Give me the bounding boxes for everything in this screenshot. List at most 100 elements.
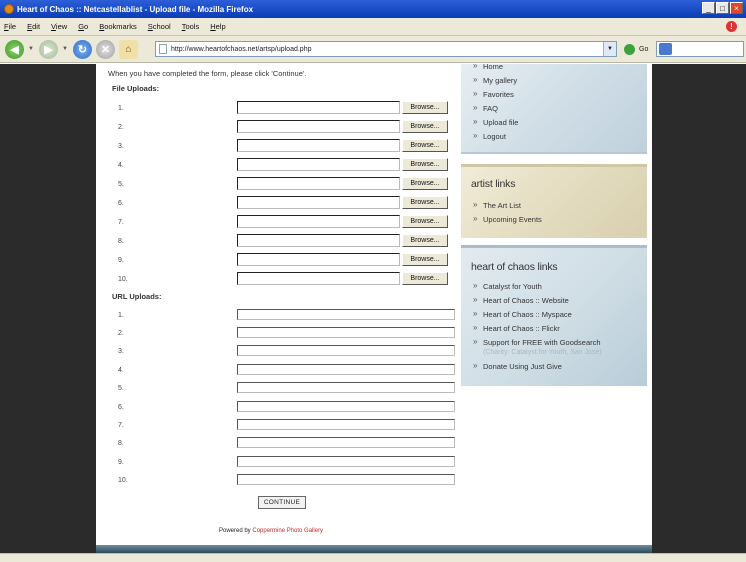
browse-button[interactable]: Browse... [402,196,448,209]
url-input[interactable] [237,345,455,356]
file-input[interactable] [237,158,400,171]
file-input[interactable] [237,234,400,247]
back-button[interactable]: ◀ [5,39,24,59]
url-row-number: 2. [118,330,124,337]
browse-button[interactable]: Browse... [402,158,448,171]
page-footer-band [96,545,652,553]
menu-help[interactable]: Help [210,22,225,31]
file-input[interactable] [237,272,400,285]
close-button[interactable]: × [730,2,743,14]
hoc-link-donate[interactable]: Donate Using Just Give [473,361,562,376]
artist-link-art-list[interactable]: The Art List [473,200,542,215]
url-row-number: 9. [118,459,124,466]
file-row-number: 10. [118,276,128,283]
hoc-links-panel: heart of chaos links Catalyst for Youth … [461,245,647,386]
url-row-number: 3. [118,348,124,355]
reload-button[interactable]: ↻ [73,39,92,59]
file-input[interactable] [237,139,400,152]
hoc-link-flickr[interactable]: Heart of Chaos :: Flickr [473,323,601,338]
url-row-number: 4. [118,367,124,374]
sidebar-link-favorites[interactable]: Favorites [473,89,518,104]
url-input[interactable] [237,437,455,448]
url-input[interactable] [237,327,455,338]
go-button[interactable]: Go [639,46,648,53]
url-input[interactable] [237,474,455,485]
window-controls: _ □ × [702,2,743,14]
hoc-link-catalyst[interactable]: Catalyst for Youth [473,281,601,296]
url-input[interactable] [237,419,455,430]
file-row-number: 2. [118,124,124,131]
page-icon [159,44,167,54]
address-url[interactable]: http://www.heartofchaos.net/artsp/upload… [171,46,311,53]
file-input[interactable] [237,120,400,133]
artist-links-title: artist links [471,178,516,190]
maximize-button[interactable]: □ [716,2,729,14]
hoc-link-website[interactable]: Heart of Chaos :: Website [473,295,601,310]
sidebar-link-logout[interactable]: Logout [473,131,518,146]
stop-button[interactable]: ✕ [96,39,115,59]
menu-bookmarks[interactable]: Bookmarks [99,22,137,31]
home-button[interactable]: ⌂ [119,39,138,59]
file-input[interactable] [237,101,400,114]
browse-button[interactable]: Browse... [402,215,448,228]
browse-button[interactable]: Browse... [402,272,448,285]
back-dropdown-icon[interactable]: ▼ [28,46,35,52]
url-input[interactable] [237,456,455,467]
url-row-number: 1. [118,312,124,319]
url-row-number: 6. [118,404,124,411]
forward-button[interactable]: ▶ [39,39,58,59]
menu-bar: File Edit View Go Bookmarks School Tools… [0,18,746,36]
sidebar-link-home[interactable]: Home [473,64,518,76]
file-input[interactable] [237,177,400,190]
browse-button[interactable]: Browse... [402,101,448,114]
browse-button[interactable]: Browse... [402,139,448,152]
browser-viewport[interactable]: When you have completed the form, please… [0,64,746,553]
minimize-button[interactable]: _ [702,2,715,14]
firefox-icon [4,4,14,14]
address-dropdown-icon[interactable]: ▼ [603,42,616,56]
powered-by: Powered by Coppermine Photo Gallery [219,528,323,534]
artist-link-upcoming-events[interactable]: Upcoming Events [473,214,542,229]
sidebar-link-upload-file[interactable]: Upload file [473,117,518,132]
file-row-number: 5. [118,181,124,188]
hoc-links-title: heart of chaos links [471,261,558,273]
menu-school[interactable]: School [148,22,171,31]
url-row-number: 5. [118,385,124,392]
continue-button[interactable]: CONTINUE [258,496,306,509]
window-title: Heart of Chaos :: Netcastellablist - Upl… [17,4,254,14]
menu-edit[interactable]: Edit [27,22,40,31]
browse-button[interactable]: Browse... [402,177,448,190]
menu-go[interactable]: Go [78,22,88,31]
hoc-link-myspace[interactable]: Heart of Chaos :: Myspace [473,309,601,324]
browse-button[interactable]: Browse... [402,253,448,266]
user-links-panel: Home My gallery Favorites FAQ Upload fil… [461,64,647,154]
window-titlebar: Heart of Chaos :: Netcastellablist - Upl… [0,0,746,18]
file-input[interactable] [237,215,400,228]
file-row-number: 7. [118,219,124,226]
forward-dropdown-icon[interactable]: ▼ [62,46,69,52]
go-icon[interactable] [624,44,635,55]
url-input[interactable] [237,382,455,393]
search-input[interactable] [656,41,744,57]
menu-tools[interactable]: Tools [182,22,200,31]
url-row-number: 7. [118,422,124,429]
file-input[interactable] [237,196,400,209]
sidebar-link-my-gallery[interactable]: My gallery [473,75,518,90]
file-row-number: 3. [118,143,124,150]
coppermine-link[interactable]: Coppermine Photo Gallery [252,528,323,534]
url-input[interactable] [237,401,455,412]
menu-file[interactable]: File [4,22,16,31]
sidebar-link-faq[interactable]: FAQ [473,103,518,118]
web-page: When you have completed the form, please… [96,64,652,553]
url-input[interactable] [237,309,455,320]
browse-button[interactable]: Browse... [402,120,448,133]
url-input[interactable] [237,364,455,375]
file-input[interactable] [237,253,400,266]
browse-button[interactable]: Browse... [402,234,448,247]
url-row-number: 8. [118,440,124,447]
file-row-number: 1. [118,105,124,112]
menu-view[interactable]: View [51,22,67,31]
file-row-number: 4. [118,162,124,169]
search-engine-icon[interactable] [659,43,672,55]
address-bar[interactable]: http://www.heartofchaos.net/artsp/upload… [155,41,617,57]
